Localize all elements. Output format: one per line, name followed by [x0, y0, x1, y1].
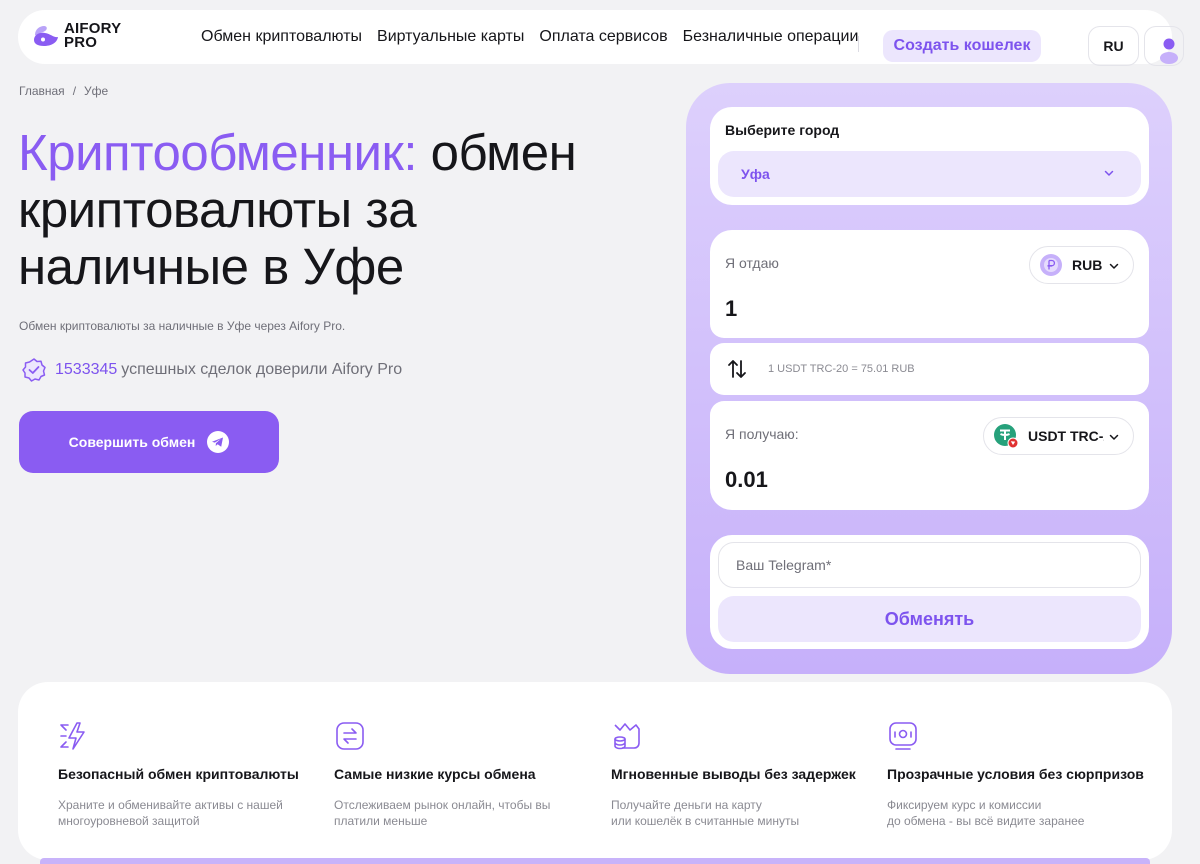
feature-description: Фиксируем курс и комиссии до обмена - вы… [887, 798, 1085, 828]
logo[interactable]: AIFORY PRO [32, 21, 121, 51]
chevron-down-icon [1109, 434, 1119, 440]
feature-item: Мгновенные выводы без задержек Получайте… [611, 720, 876, 829]
telegram-icon [207, 431, 230, 453]
user-avatar-button[interactable] [1144, 26, 1184, 66]
exchange-submit-button[interactable]: Обменять [718, 596, 1141, 642]
feature-description: Получайте деньги на карту или кошелёк в … [611, 798, 800, 828]
next-section-edge [40, 858, 1150, 864]
main-nav: Обмен криптовалюты Виртуальные карты Опл… [201, 10, 873, 64]
city-value: Уфа [741, 166, 770, 182]
lightning-shield-icon [60, 722, 85, 750]
feature-description: Отслеживаем рынок онлайн, чтобы вы плати… [334, 798, 551, 828]
logo-text: AIFORY PRO [64, 21, 121, 51]
get-currency-select[interactable]: USDT TRC-20 [983, 417, 1134, 455]
city-label: Выберите город [725, 122, 840, 138]
user-icon [1160, 38, 1178, 64]
get-amount-value[interactable]: 0.01 [725, 467, 768, 493]
telegram-input[interactable] [718, 542, 1141, 588]
trust-badge: 1533345 успешных сделок доверили Aifory … [21, 357, 402, 383]
breadcrumb: Главная / Уфе [19, 84, 108, 98]
logo-icon [34, 26, 58, 46]
feature-title: Безопасный обмен криптовалюты [58, 766, 299, 782]
get-label: Я получаю: [725, 426, 799, 442]
get-currency-label: USDT TRC-20 [1028, 428, 1104, 444]
chevron-down-icon [1109, 263, 1119, 269]
submit-card: Обменять [710, 535, 1149, 649]
start-exchange-button[interactable]: Совершить обмен [19, 411, 279, 473]
give-card: Я отдаю 1 RUB [710, 230, 1149, 338]
feature-item: Самые низкие курсы обмена Отслеживаем ры… [334, 720, 599, 829]
page-subtitle: Обмен криптовалюты за наличные в Уфе чер… [19, 319, 346, 333]
deals-count: 1533345 [55, 361, 118, 378]
features-section: Безопасный обмен криптовалюты Храните и … [18, 682, 1172, 860]
top-header: AIFORY PRO Обмен криптовалюты Виртуальны… [18, 10, 1184, 66]
transparent-face-icon [889, 722, 917, 750]
verified-badge-icon [22, 358, 46, 382]
city-card: Выберите город Уфа [710, 107, 1149, 205]
feature-title: Мгновенные выводы без задержек [611, 766, 856, 782]
breadcrumb-current: Уфе [84, 84, 109, 98]
chevron-down-icon [1104, 170, 1114, 176]
breadcrumb-home[interactable]: Главная [19, 84, 65, 98]
ruble-icon [1040, 254, 1062, 276]
nav-virtual-cards[interactable]: Виртуальные карты [377, 28, 524, 46]
nav-cashless-operations[interactable]: Безналичные операции [683, 28, 859, 46]
get-card: Я получаю: 0.01 USDT TRC-20 [710, 401, 1149, 510]
feature-description: Храните и обменивайте активы с нашей мно… [58, 798, 283, 828]
rate-card: 1 USDT TRC-20 = 75.01 RUB [710, 343, 1149, 395]
deals-text: успешных сделок доверили Aifory Pro [121, 361, 403, 378]
nav-service-payments[interactable]: Оплата сервисов [539, 28, 667, 46]
nav-divider [858, 36, 859, 52]
page-title-accent: Криптообменник: [18, 124, 418, 181]
wallet-coins-icon [614, 723, 640, 750]
exchange-rate: 1 USDT TRC-20 = 75.01 RUB [768, 363, 915, 375]
create-wallet-button[interactable]: Создать кошелек [883, 30, 1041, 62]
logo-text-line2: PRO [64, 34, 98, 51]
feature-item: Безопасный обмен криптовалюты Храните и … [58, 720, 323, 829]
nav-crypto-exchange[interactable]: Обмен криптовалюты [201, 28, 362, 46]
page-title: Криптообменник: обмен криптовалюты за на… [18, 124, 658, 295]
feature-title: Прозрачные условия без сюрпризов [887, 766, 1144, 782]
feature-item: Прозрачные условия без сюрпризов Фиксиру… [887, 720, 1152, 829]
swap-arrows-icon[interactable] [725, 357, 749, 381]
give-amount-input[interactable]: 1 [725, 296, 737, 322]
language-button[interactable]: RU [1088, 26, 1139, 66]
city-select[interactable]: Уфа [718, 151, 1141, 197]
start-exchange-label: Совершить обмен [68, 434, 196, 450]
give-currency-select[interactable]: RUB [1029, 246, 1134, 284]
give-currency-label: RUB [1072, 257, 1103, 273]
usdt-icon [994, 424, 1019, 449]
breadcrumb-separator: / [72, 84, 77, 98]
feature-title: Самые низкие курсы обмена [334, 766, 536, 782]
exchange-arrows-icon [336, 722, 364, 750]
give-label: Я отдаю [725, 255, 779, 271]
